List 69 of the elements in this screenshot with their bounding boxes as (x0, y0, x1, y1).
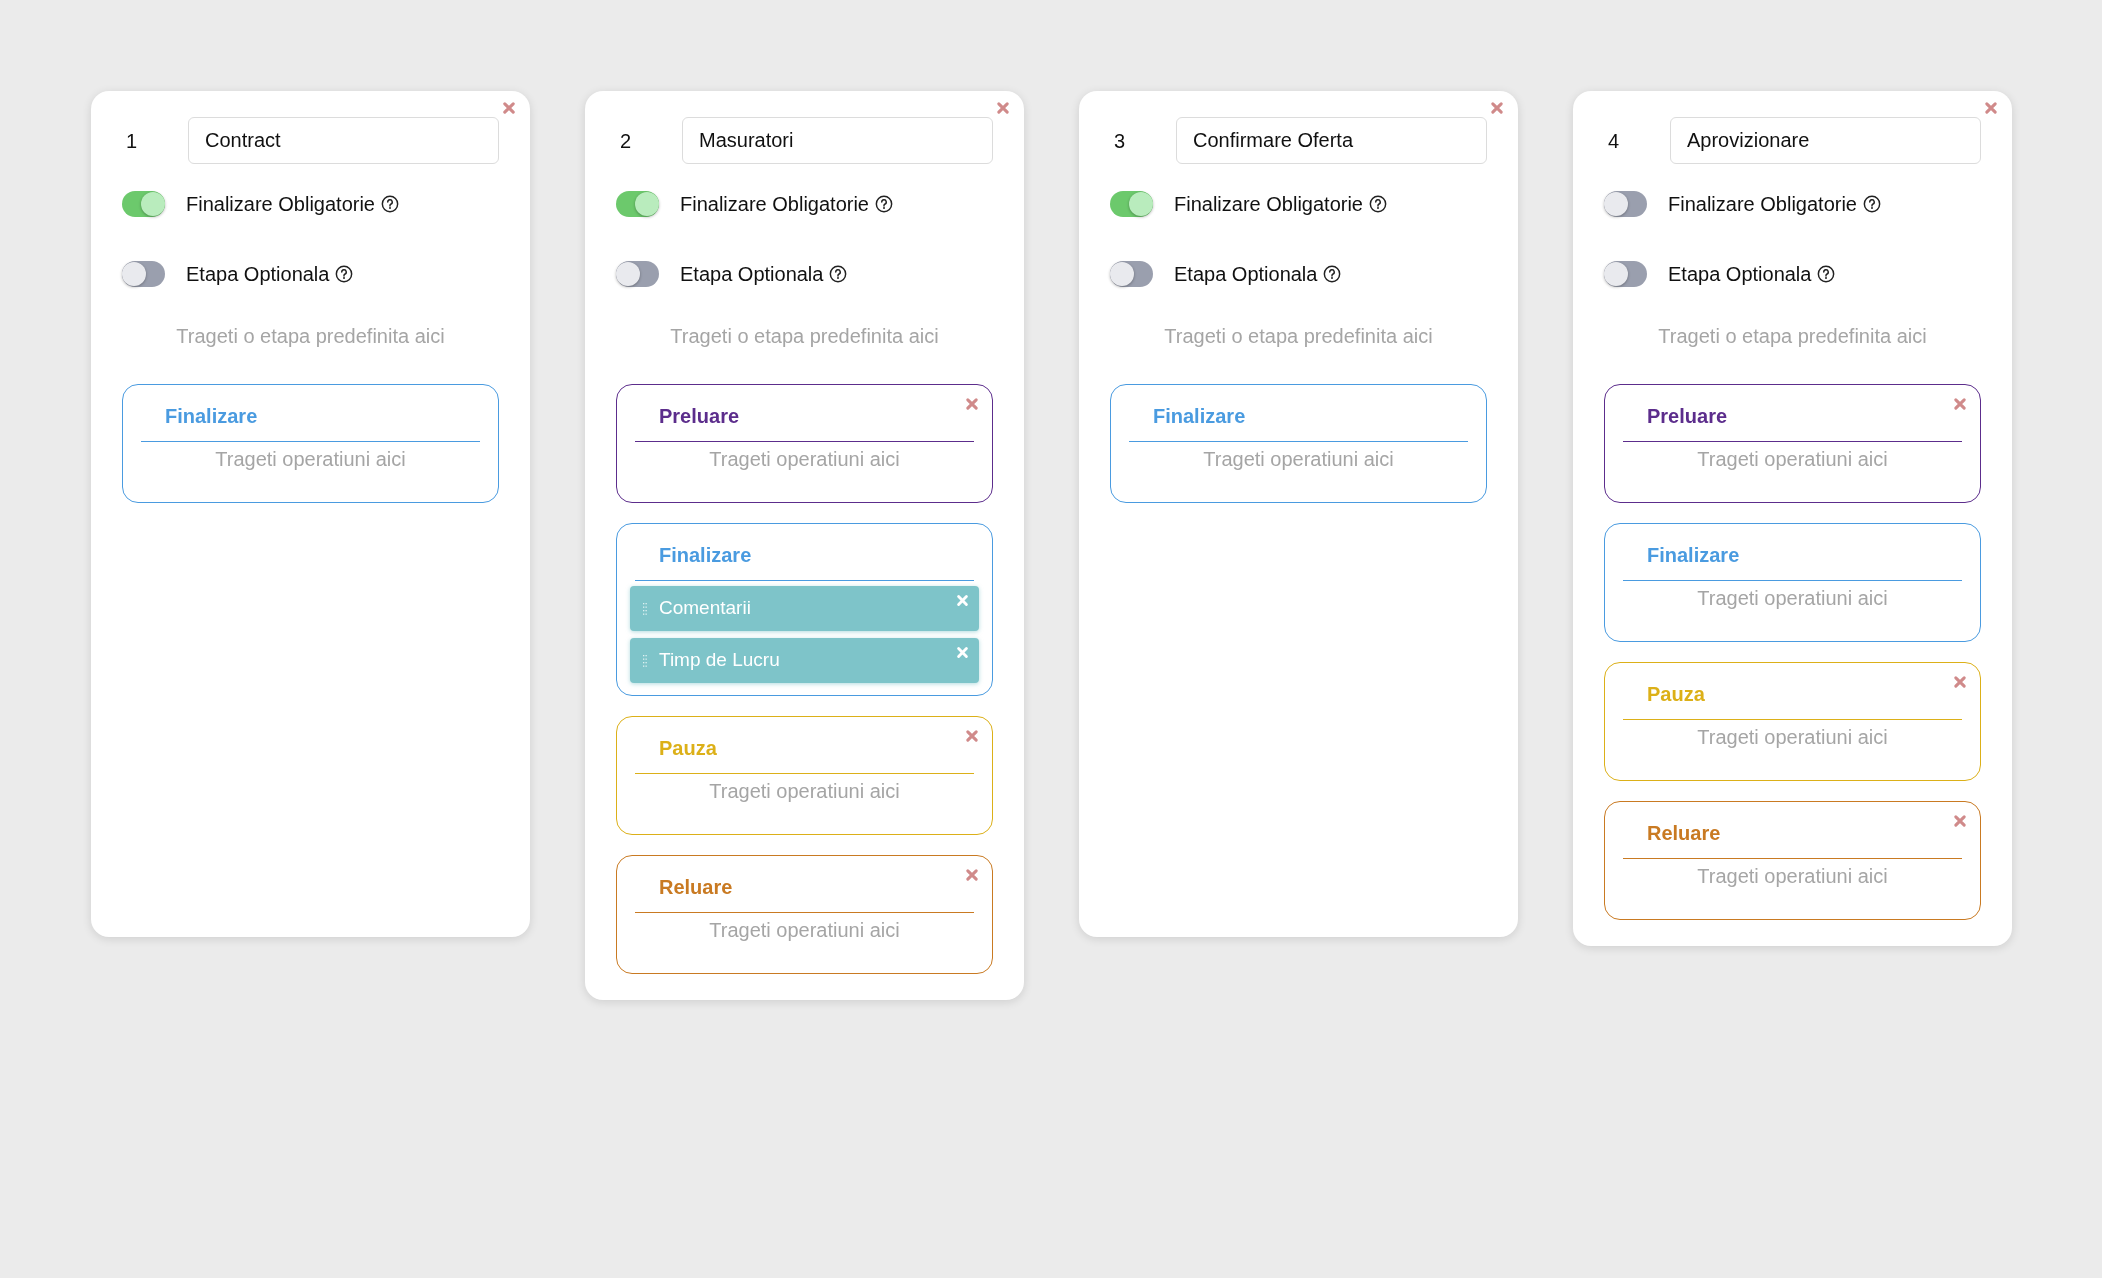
stage-title: Pauza (1623, 679, 1962, 720)
stage-title: Finalizare (1129, 401, 1468, 442)
step-name-field[interactable]: Aprovizionare (1670, 117, 1981, 164)
close-icon[interactable] (1953, 397, 1967, 411)
stage-title: Reluare (1623, 818, 1962, 859)
toggle-switch[interactable] (1604, 261, 1647, 287)
drop-hint: Trageti o etapa predefinita aici (1163, 324, 1434, 349)
operations-drop-hint: Trageti operatiuni aici (1696, 447, 1889, 472)
step-name-field[interactable]: Contract (188, 117, 499, 164)
stage-title: Pauza (635, 733, 974, 774)
step-number: 4 (1607, 128, 1621, 154)
toggle-switch[interactable] (616, 261, 659, 287)
toggle-label: Finalizare Obligatorie (186, 192, 375, 217)
drop-hint: Trageti o etapa predefinita aici (175, 324, 446, 349)
toggle-label: Finalizare Obligatorie (1174, 192, 1363, 217)
operations-drop-hint: Trageti operatiuni aici (1696, 725, 1889, 750)
operations-drop-hint: Trageti operatiuni aici (708, 918, 901, 943)
operations-drop-hint: Trageti operatiuni aici (708, 779, 901, 804)
toggle-switch[interactable] (122, 191, 165, 217)
stage-title: Finalizare (635, 540, 974, 581)
toggle-label: Finalizare Obligatorie (1668, 192, 1857, 217)
toggle-label: Etapa Optionala (1174, 262, 1318, 287)
help-icon[interactable] (1817, 265, 1836, 283)
help-icon[interactable] (1369, 195, 1387, 213)
toggle-label: Finalizare Obligatorie (680, 192, 869, 217)
help-icon[interactable] (829, 265, 848, 283)
help-icon[interactable] (875, 195, 893, 213)
operations-drop-hint: Trageti operatiuni aici (1202, 447, 1395, 472)
close-icon[interactable] (965, 397, 979, 411)
stage-title: Reluare (635, 872, 974, 913)
stage-title: Finalizare (141, 401, 480, 442)
operation-label: Timp de Lucru (659, 648, 780, 673)
operations-drop-hint: Trageti operatiuni aici (1696, 586, 1889, 611)
help-icon[interactable] (335, 265, 354, 283)
operations-drop-hint: Trageti operatiuni aici (214, 447, 407, 472)
operation-label: Comentarii (659, 596, 751, 621)
close-icon[interactable] (1953, 675, 1967, 689)
toggle-switch[interactable] (1110, 261, 1153, 287)
close-icon[interactable] (1953, 814, 1967, 828)
toggle-switch[interactable] (1110, 191, 1153, 217)
step-number: 2 (619, 128, 633, 154)
toggle-switch[interactable] (1604, 191, 1647, 217)
operations-drop-hint: Trageti operatiuni aici (708, 447, 901, 472)
close-icon[interactable] (1490, 101, 1504, 115)
close-icon[interactable] (1984, 101, 1998, 115)
close-icon[interactable] (996, 101, 1010, 115)
toggle-label: Etapa Optionala (1668, 262, 1812, 287)
stage-title: Finalizare (1623, 540, 1962, 581)
toggle-label: Etapa Optionala (680, 262, 824, 287)
help-icon[interactable] (381, 195, 399, 213)
help-icon[interactable] (1323, 265, 1342, 283)
drag-handle-icon[interactable] (643, 602, 647, 615)
drag-handle-icon[interactable] (643, 654, 647, 667)
stage-title: Preluare (1623, 401, 1962, 442)
toggle-switch[interactable] (616, 191, 659, 217)
operations-drop-hint: Trageti operatiuni aici (1696, 864, 1889, 889)
stage-title: Preluare (635, 401, 974, 442)
drop-hint: Trageti o etapa predefinita aici (1657, 324, 1928, 349)
step-number: 3 (1113, 128, 1127, 154)
step-name-field[interactable]: Masuratori (682, 117, 993, 164)
toggle-label: Etapa Optionala (186, 262, 330, 287)
help-icon[interactable] (1863, 195, 1881, 213)
close-icon[interactable] (965, 729, 979, 743)
step-number: 1 (125, 128, 139, 154)
close-icon[interactable] (502, 101, 516, 115)
close-icon[interactable] (965, 868, 979, 882)
step-name-field[interactable]: Confirmare Oferta (1176, 117, 1487, 164)
drop-hint: Trageti o etapa predefinita aici (669, 324, 940, 349)
toggle-switch[interactable] (122, 261, 165, 287)
